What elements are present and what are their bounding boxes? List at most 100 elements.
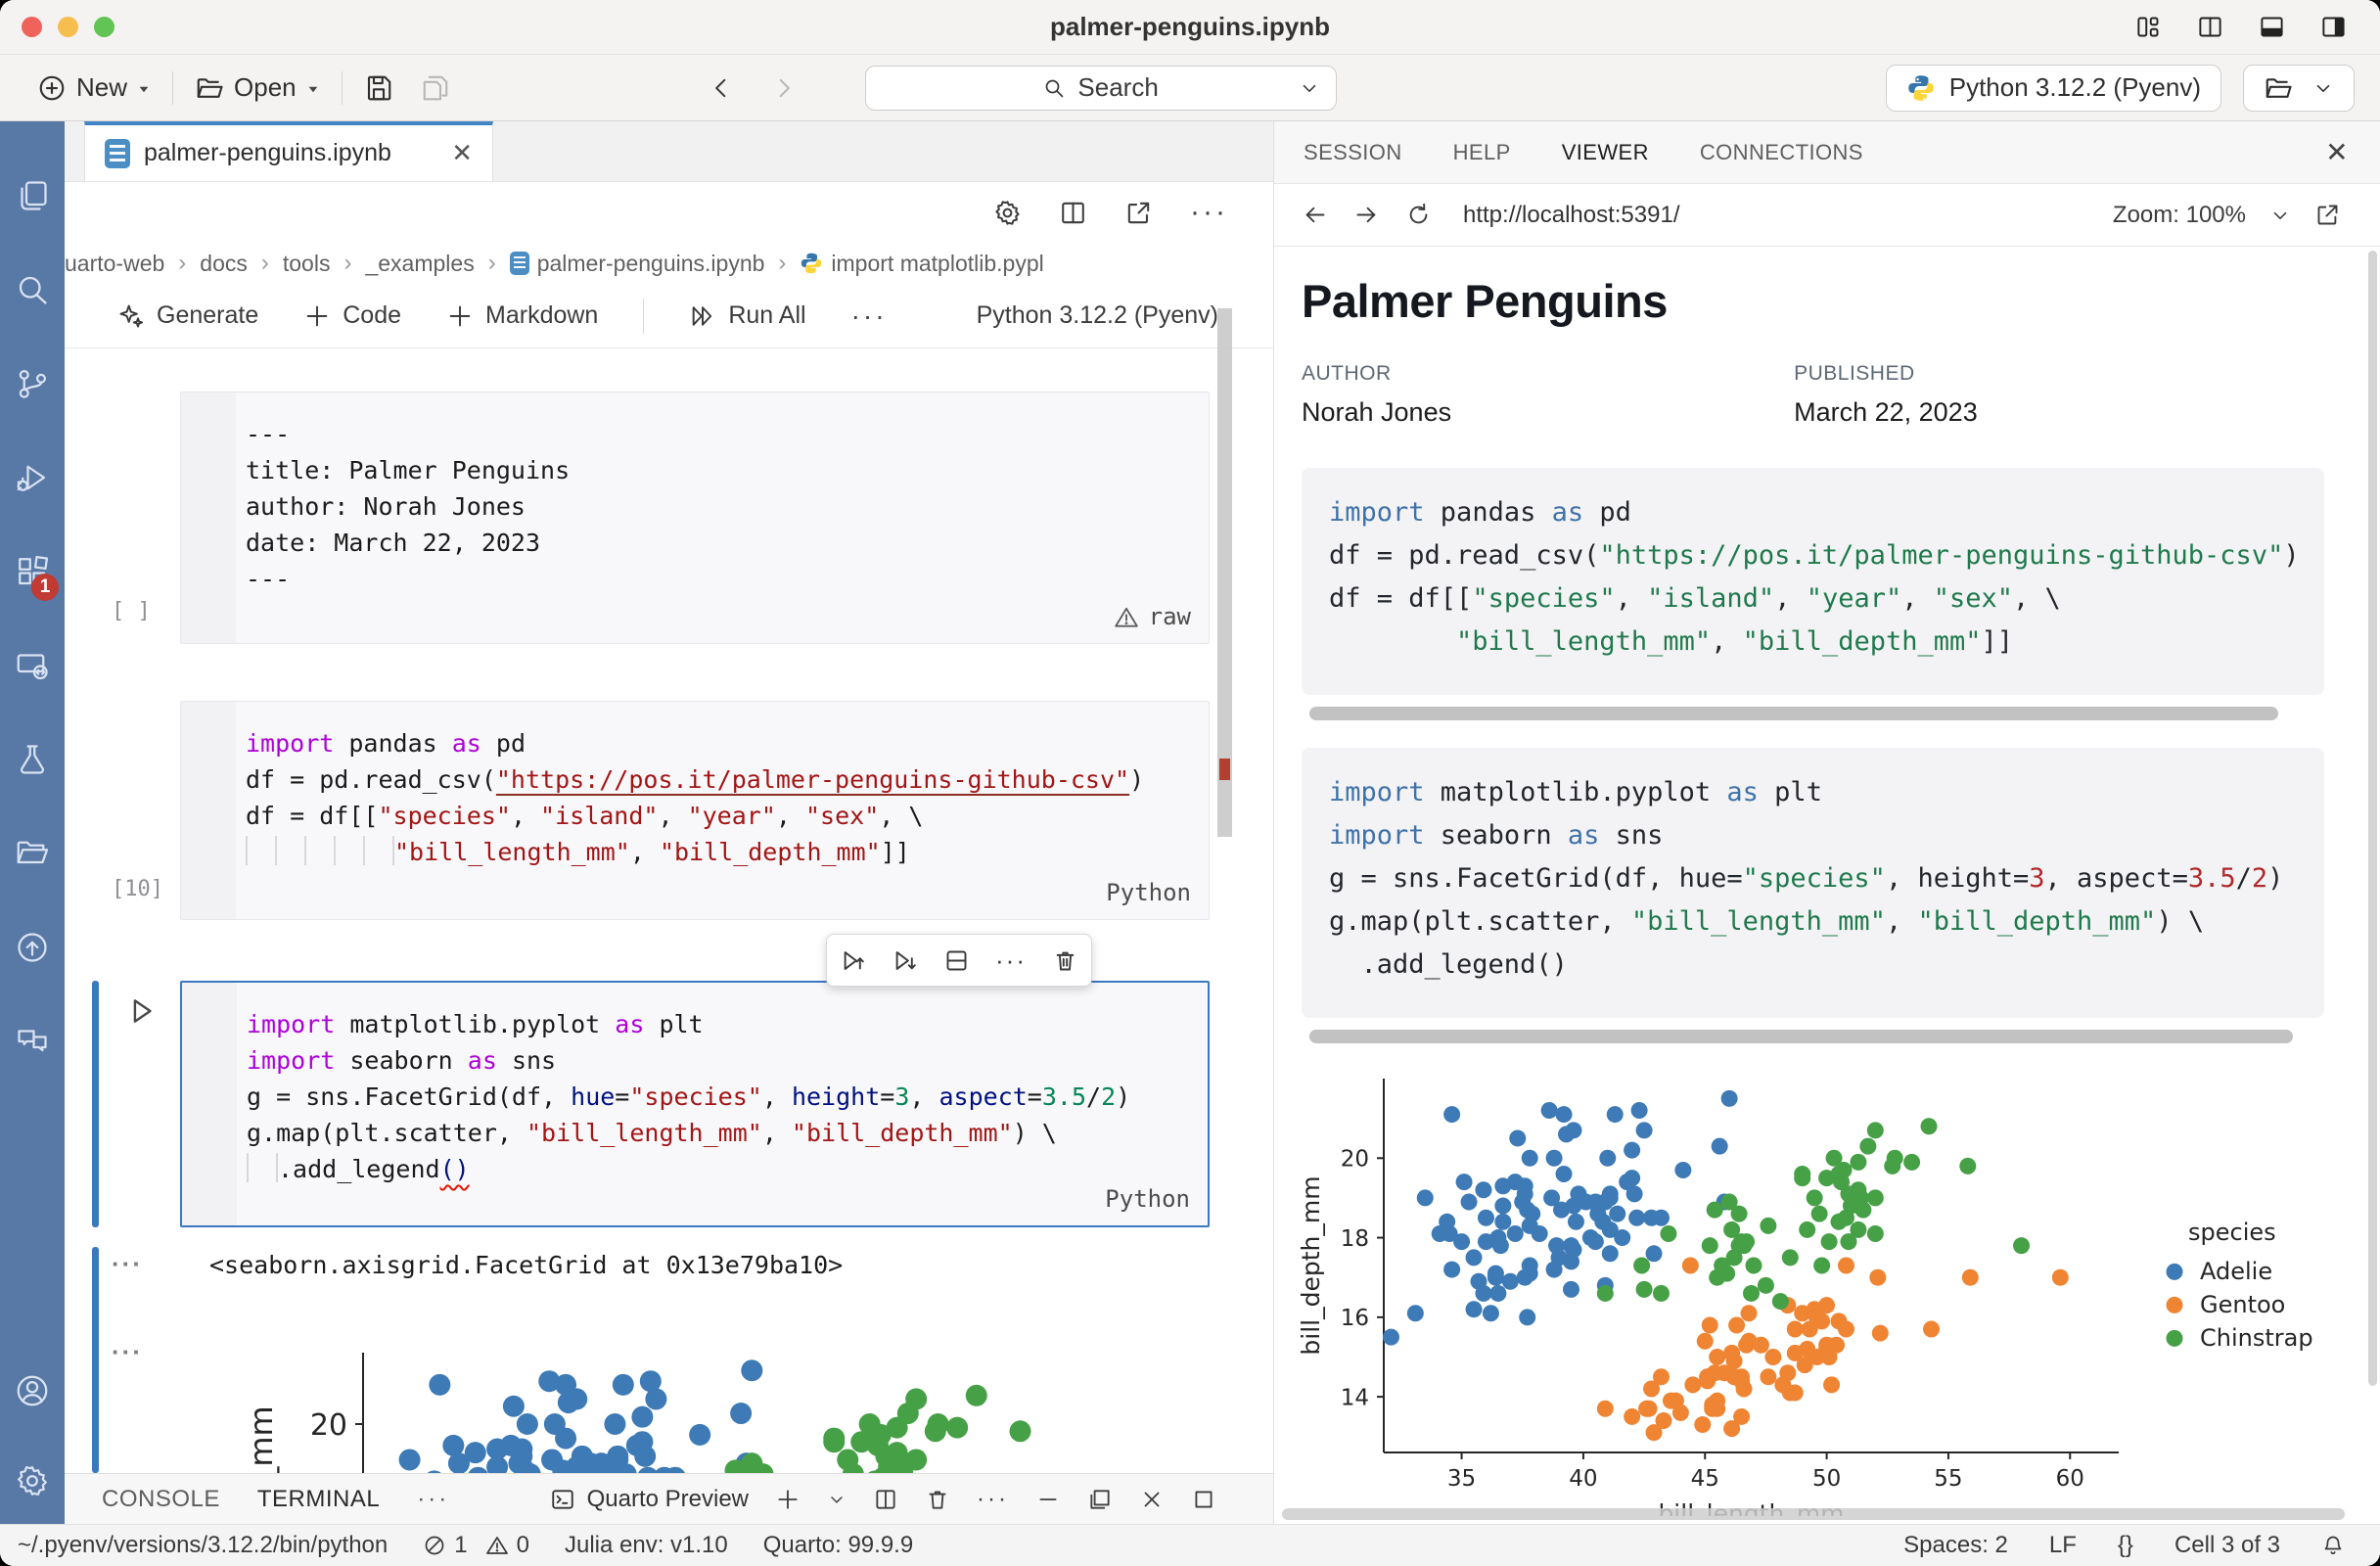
terminal-session-label[interactable]: Quarto Preview bbox=[550, 1486, 749, 1513]
sidebar-item-testing[interactable] bbox=[0, 713, 65, 806]
close-panel-icon[interactable] bbox=[1139, 1487, 1165, 1512]
sidebar-item-comments[interactable] bbox=[0, 994, 65, 1088]
tab-console[interactable]: CONSOLE bbox=[102, 1486, 220, 1513]
more-actions-icon[interactable]: ··· bbox=[1190, 196, 1228, 229]
status-eol[interactable]: LF bbox=[2049, 1532, 2077, 1559]
sidebar-item-publish[interactable] bbox=[0, 900, 65, 994]
breadcrumb-item[interactable]: docs bbox=[200, 251, 248, 277]
editor-group: palmer-penguins.ipynb ✕ ··· uarto-web›do… bbox=[65, 121, 1274, 1473]
run-cell-button[interactable] bbox=[125, 994, 159, 1028]
run-cells-below-icon[interactable] bbox=[892, 947, 918, 974]
breadcrumb-item[interactable]: palmer-penguins.ipynb bbox=[510, 251, 765, 277]
code-scrollbar[interactable] bbox=[1309, 707, 2278, 720]
status-python-path[interactable]: ~/.pyenv/versions/3.12.2/bin/python bbox=[18, 1532, 388, 1559]
panel-more-actions-icon[interactable]: ··· bbox=[977, 1486, 1009, 1513]
split-editor-icon[interactable] bbox=[1059, 199, 1087, 227]
cell-more-actions-icon[interactable]: ··· bbox=[995, 945, 1027, 976]
interpreter-selector[interactable]: Python 3.12.2 (Pyenv) bbox=[1886, 65, 2221, 112]
editor-scrollbar[interactable] bbox=[1217, 308, 1232, 837]
run-all-button[interactable]: Run All bbox=[689, 301, 805, 330]
generate-button[interactable]: Generate bbox=[117, 301, 258, 330]
status-problems[interactable]: 1 0 bbox=[423, 1532, 529, 1559]
sidebar-item-source-control[interactable] bbox=[0, 337, 65, 431]
customize-layout-icon[interactable] bbox=[2135, 14, 2162, 40]
tab-terminal[interactable]: TERMINAL bbox=[257, 1486, 380, 1513]
tab-session[interactable]: SESSION bbox=[1304, 140, 1402, 165]
search-scope-chevron-icon[interactable] bbox=[1299, 77, 1320, 99]
breadcrumb-item[interactable]: import matplotlib.pypl bbox=[800, 251, 1043, 277]
workspace-folder-button[interactable] bbox=[2243, 65, 2355, 112]
maximize-panel-icon[interactable] bbox=[1191, 1487, 1216, 1512]
code-token: --- bbox=[246, 420, 290, 448]
output-collapse-button[interactable]: ··· bbox=[112, 1337, 143, 1367]
titlebar: palmer-penguins.ipynb bbox=[0, 0, 2380, 55]
split-terminal-icon[interactable] bbox=[873, 1487, 898, 1512]
save-button[interactable] bbox=[350, 73, 407, 103]
cell-python-2-selected[interactable]: import matplotlib.pyplot as pltimport se… bbox=[180, 981, 1210, 1227]
sidebar-item-account[interactable] bbox=[0, 1344, 65, 1438]
status-language-braces[interactable]: {} bbox=[2118, 1532, 2133, 1559]
sidebar-item-search[interactable] bbox=[0, 243, 65, 337]
breadcrumb-item[interactable]: tools bbox=[283, 251, 331, 277]
tab-palmer-penguins[interactable]: palmer-penguins.ipynb ✕ bbox=[84, 121, 493, 181]
search-input[interactable]: Search bbox=[865, 66, 1337, 111]
delete-cell-icon[interactable] bbox=[1052, 947, 1078, 974]
add-code-cell-button[interactable]: Code bbox=[303, 301, 401, 330]
split-editor-icon[interactable] bbox=[2197, 14, 2223, 40]
save-all-button[interactable] bbox=[407, 73, 464, 103]
notifications-bell-icon[interactable] bbox=[2321, 1534, 2345, 1557]
status-julia-env[interactable]: Julia env: v1.10 bbox=[565, 1532, 728, 1559]
forward-button[interactable] bbox=[769, 74, 797, 102]
status-cell-position[interactable]: Cell 3 of 3 bbox=[2174, 1532, 2280, 1559]
breadcrumb[interactable]: uarto-web›docs›tools›_examples›palmer-pe… bbox=[65, 243, 1273, 284]
new-button[interactable]: New bbox=[23, 72, 164, 103]
open-button[interactable]: Open bbox=[181, 72, 334, 103]
sidebar-item-settings[interactable] bbox=[0, 1438, 65, 1524]
viewer-zoom-label[interactable]: Zoom: 100% bbox=[2113, 202, 2246, 229]
cell-language-badge[interactable]: Python bbox=[1106, 875, 1191, 911]
viewer-url[interactable]: http://localhost:5391/ bbox=[1463, 202, 1679, 229]
minimize-panel-icon[interactable] bbox=[1035, 1487, 1061, 1512]
notebook-more-icon[interactable]: ··· bbox=[851, 300, 888, 332]
sidebar-item-run-debug[interactable] bbox=[0, 431, 65, 525]
add-markdown-cell-button[interactable]: Markdown bbox=[446, 301, 598, 330]
cell-language-badge[interactable]: raw bbox=[1114, 599, 1191, 635]
breadcrumb-item[interactable]: uarto-web bbox=[65, 251, 164, 277]
cell-language-badge[interactable]: Python bbox=[1105, 1181, 1190, 1218]
output-collapse-button[interactable]: ··· bbox=[112, 1249, 143, 1279]
viewer-reload-icon[interactable] bbox=[1405, 202, 1432, 228]
back-button[interactable] bbox=[709, 74, 736, 102]
cell-python-1[interactable]: import pandas as pddf = pd.read_csv("htt… bbox=[180, 701, 1210, 920]
toggle-secondary-sidebar-icon[interactable] bbox=[2320, 14, 2347, 40]
run-cells-above-icon[interactable] bbox=[840, 947, 866, 974]
close-tab-icon[interactable]: ✕ bbox=[451, 138, 473, 168]
tab-connections[interactable]: CONNECTIONS bbox=[1700, 140, 1863, 165]
viewer-forward-icon[interactable] bbox=[1353, 202, 1380, 228]
sidebar-item-folder[interactable] bbox=[0, 806, 65, 900]
status-quarto-version[interactable]: Quarto: 99.9.9 bbox=[763, 1532, 913, 1559]
terminal-dropdown-chevron-icon[interactable] bbox=[827, 1490, 847, 1509]
cell-raw[interactable]: ---title: Palmer Penguinsauthor: Norah J… bbox=[180, 392, 1210, 644]
sidebar-item-explorer[interactable] bbox=[0, 149, 65, 243]
tab-viewer[interactable]: VIEWER bbox=[1562, 140, 1649, 165]
new-terminal-icon[interactable] bbox=[775, 1487, 801, 1512]
zoom-chevron-icon[interactable] bbox=[2269, 205, 2291, 226]
tab-help[interactable]: HELP bbox=[1453, 140, 1511, 165]
open-in-browser-icon[interactable] bbox=[2314, 202, 2341, 228]
notebook-settings-gear-icon[interactable] bbox=[993, 199, 1022, 227]
status-indentation[interactable]: Spaces: 2 bbox=[1903, 1532, 2008, 1559]
toggle-panel-icon[interactable] bbox=[2259, 14, 2285, 40]
breadcrumb-item[interactable]: _examples bbox=[365, 251, 474, 277]
sidebar-item-extensions[interactable]: 1 bbox=[0, 525, 65, 619]
sidebar-item-remote-explorer[interactable] bbox=[0, 619, 65, 713]
viewer-horizontal-scrollbar[interactable] bbox=[1282, 1508, 2345, 1520]
split-cell-icon[interactable] bbox=[943, 947, 970, 974]
viewer-back-icon[interactable] bbox=[1302, 202, 1328, 228]
panel-more-tabs-icon[interactable]: ··· bbox=[417, 1486, 449, 1513]
open-in-new-window-icon[interactable] bbox=[1124, 199, 1153, 227]
viewer-scrollbar[interactable] bbox=[2368, 251, 2377, 1386]
kill-terminal-icon[interactable] bbox=[925, 1487, 950, 1512]
code-scrollbar[interactable] bbox=[1309, 1030, 2293, 1043]
restore-panel-icon[interactable] bbox=[1087, 1487, 1113, 1512]
close-panel-icon[interactable]: ✕ bbox=[2325, 136, 2380, 168]
